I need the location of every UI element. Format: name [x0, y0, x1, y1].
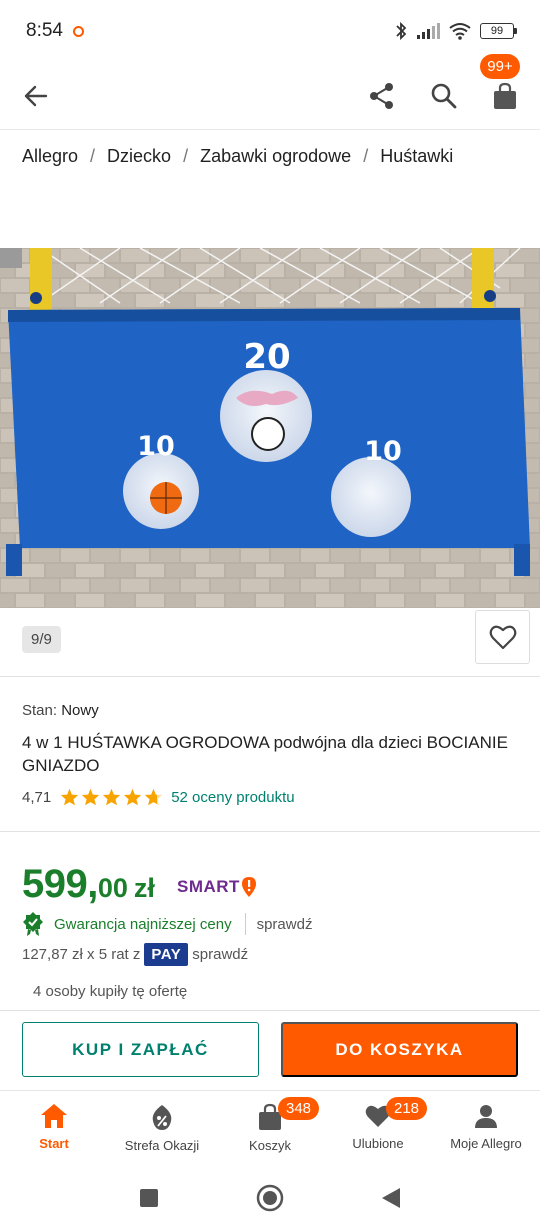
back-triangle-icon[interactable] [380, 1186, 402, 1210]
signal-icon [417, 23, 440, 39]
recent-apps-icon[interactable] [138, 1187, 160, 1209]
guarantee-check-link[interactable]: sprawdź [257, 916, 313, 933]
price-decimal: 00 [97, 873, 128, 903]
rating-stars [60, 788, 163, 806]
product-photo-illustration: 20 10 10 [0, 248, 540, 608]
product-title: 4 w 1 HUŚTAWKA OGRODOWA podwójna dla dzi… [22, 733, 508, 775]
guarantee-badge-icon [23, 912, 43, 936]
rating-count-link[interactable]: 52 oceny produktu [171, 789, 294, 806]
heart-outline-icon [489, 625, 516, 650]
breadcrumb-item-hustawki[interactable]: Huśtawki [380, 146, 453, 167]
star-icon [124, 788, 142, 806]
separator [244, 913, 246, 935]
nav-item-ulubione[interactable]: 218 Ulubione [324, 1091, 432, 1166]
breadcrumb-separator: / [363, 146, 369, 166]
cart-button[interactable]: 99+ [480, 53, 520, 110]
breadcrumb-item-dziecko[interactable]: Dziecko [107, 146, 171, 167]
breadcrumb-separator: / [90, 146, 96, 166]
breadcrumb-separator: / [183, 146, 189, 166]
product-image[interactable]: 20 10 10 [0, 248, 540, 608]
bottom-navigation: Start Strefa Okazji 348 Koszyk 218 Ulubi… [0, 1090, 540, 1166]
breadcrumb: Allegro / Dziecko / Zabawki ogrodowe / H… [22, 146, 453, 167]
nav-label: Ulubione [352, 1136, 404, 1151]
installments-check-link[interactable]: sprawdź [192, 946, 248, 963]
star-icon [103, 788, 121, 806]
cart-count-badge: 348 [278, 1097, 320, 1120]
price: 599, 00 zł [22, 862, 155, 907]
lowest-price-guarantee: Gwarancja najniższej ceny sprawdź [22, 912, 312, 936]
price-currency: zł [133, 873, 155, 903]
app-bar-actions: 99+ [368, 53, 520, 111]
nav-label: Start [39, 1136, 69, 1151]
nav-item-start[interactable]: Start [0, 1091, 108, 1166]
smart-label: SMART [177, 877, 240, 896]
status-bar: 8:54 99 [0, 0, 540, 62]
target-label-left: 10 [137, 431, 175, 462]
smart-pin-icon [241, 877, 256, 897]
battery-icon: 99 [480, 23, 517, 39]
buyers-count: 4 osoby kupiły tę ofertę [33, 983, 188, 1000]
share-icon[interactable] [368, 81, 396, 111]
star-icon [61, 788, 79, 806]
shopping-bag-icon [494, 82, 516, 109]
price-integer: 599, [22, 862, 98, 906]
discount-tag-icon [152, 1105, 172, 1130]
breadcrumb-item-zabawki[interactable]: Zabawki ogrodowe [200, 146, 351, 167]
nav-label: Moje Allegro [450, 1136, 522, 1151]
product-rating: 4,71 52 oceny produktu [22, 788, 295, 806]
favorites-count-badge: 218 [386, 1097, 428, 1120]
nav-item-strefa-okazji[interactable]: Strefa Okazji [108, 1091, 216, 1166]
star-half-icon [145, 788, 163, 806]
status-icons: 99 [394, 21, 517, 41]
system-navigation [0, 1166, 540, 1230]
target-label-top: 20 [243, 337, 290, 377]
user-icon [475, 1105, 497, 1128]
home-button-icon[interactable] [256, 1184, 284, 1212]
condition-label: Stan: [22, 702, 58, 719]
cart-count-badge: 99+ [480, 53, 520, 79]
back-arrow-icon[interactable] [22, 82, 50, 110]
bluetooth-icon [396, 21, 407, 41]
divider [0, 1010, 540, 1011]
star-icon [82, 788, 100, 806]
nav-label: Strefa Okazji [124, 1138, 200, 1153]
home-icon [41, 1104, 67, 1128]
nav-item-moje-allegro[interactable]: Moje Allegro [432, 1091, 540, 1166]
nav-label: Koszyk [249, 1138, 291, 1153]
installments-text: 127,87 zł x 5 rat z [22, 946, 141, 963]
wifi-icon [449, 23, 471, 40]
condition-value: Nowy [61, 702, 99, 719]
search-icon[interactable] [430, 82, 458, 110]
image-counter: 9/9 [22, 626, 61, 653]
target-label-right: 10 [364, 436, 402, 467]
nav-item-koszyk[interactable]: 348 Koszyk [216, 1091, 324, 1166]
add-to-favorites-button[interactable] [475, 610, 530, 664]
divider [0, 676, 540, 677]
battery-level: 99 [490, 25, 504, 37]
recording-indicator-icon [72, 26, 84, 37]
installments: 127,87 zł x 5 rat z PAY sprawdź [22, 943, 248, 966]
condition: Stan: Nowy [22, 702, 99, 719]
buy-now-button[interactable]: KUP I ZAPŁAĆ [22, 1022, 259, 1077]
divider [0, 831, 540, 832]
breadcrumb-item-allegro[interactable]: Allegro [22, 146, 78, 167]
rating-value: 4,71 [22, 788, 52, 806]
allegro-pay-badge: PAY [144, 943, 189, 966]
guarantee-text: Gwarancja najniższej ceny [54, 915, 232, 933]
status-time: 8:54 [26, 20, 63, 41]
smart-badge[interactable]: SMART [177, 876, 258, 898]
add-to-cart-button[interactable]: DO KOSZYKA [281, 1022, 518, 1077]
app-bar: 99+ [0, 53, 540, 130]
